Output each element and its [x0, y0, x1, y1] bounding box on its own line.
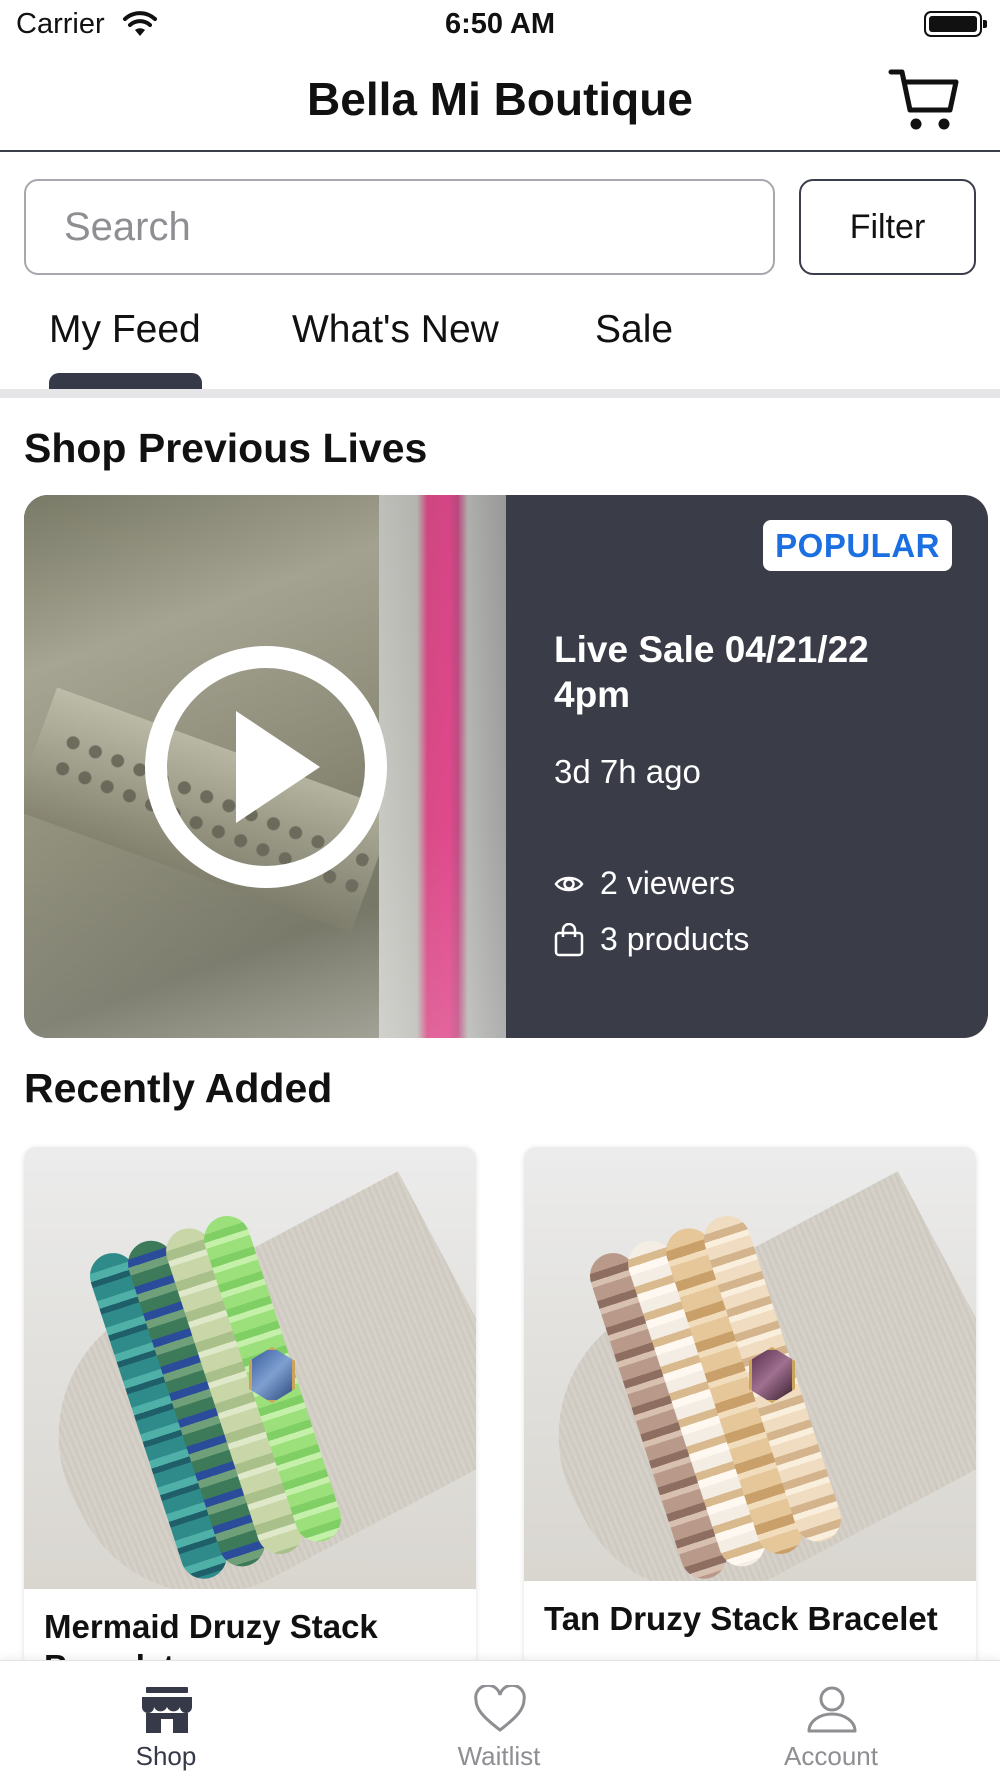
eye-icon — [554, 876, 584, 891]
status-bar: Carrier 6:50 AM — [0, 0, 1000, 50]
heart-icon — [474, 1685, 526, 1732]
tabbar-label-waitlist: Waitlist — [457, 1741, 541, 1771]
play-icon[interactable] — [144, 645, 388, 889]
cart-button[interactable] — [888, 66, 960, 134]
status-time: 6:50 AM — [444, 8, 556, 40]
section-title-previous-lives: Shop Previous Lives — [24, 425, 428, 471]
store-icon — [142, 1687, 192, 1733]
viewers-stat: 2 viewers — [554, 865, 735, 902]
filter-button[interactable]: Filter — [799, 179, 976, 275]
tabbar-item-shop[interactable]: Shop — [66, 1661, 266, 1778]
tab-my-feed[interactable]: My Feed — [49, 308, 201, 352]
tab-whats-new[interactable]: What's New — [292, 308, 499, 352]
popular-badge: POPULAR — [763, 520, 952, 571]
live-sale-card[interactable]: POPULAR Live Sale 04/21/22 4pm 3d 7h ago… — [24, 495, 988, 1038]
product-card[interactable]: Tan Druzy Stack Bracelet — [524, 1147, 976, 1667]
products-stat: 3 products — [554, 921, 749, 958]
person-icon — [807, 1686, 857, 1733]
products-count: 3 products — [600, 921, 750, 957]
tabbar-label-shop: Shop — [135, 1741, 197, 1771]
tabs-divider — [0, 389, 1000, 398]
product-name: Mermaid Druzy Stack Bracelet — [44, 1608, 378, 1667]
tabbar-label-account: Account — [784, 1741, 878, 1771]
product-name: Tan Druzy Stack Bracelet — [544, 1600, 938, 1637]
viewers-count: 2 viewers — [600, 865, 736, 901]
cart-icon — [888, 69, 959, 130]
bottom-tab-bar: Shop Waitlist Account — [0, 1660, 1000, 1778]
live-sale-info: POPULAR Live Sale 04/21/22 4pm 3d 7h ago… — [506, 495, 988, 1038]
live-sale-timestamp: 3d 7h ago — [554, 753, 701, 790]
battery-icon — [924, 11, 987, 37]
product-image — [24, 1147, 476, 1589]
shopping-bag-icon — [554, 922, 584, 956]
section-title-recently-added: Recently Added — [24, 1065, 333, 1111]
product-card[interactable]: Mermaid Druzy Stack Bracelet — [24, 1147, 476, 1667]
product-image — [524, 1147, 976, 1581]
tabbar-item-waitlist[interactable]: Waitlist — [399, 1661, 599, 1778]
page-title: Bella Mi Boutique — [307, 73, 693, 125]
tab-sale[interactable]: Sale — [595, 308, 673, 352]
tabbar-item-account[interactable]: Account — [731, 1661, 931, 1778]
live-video-thumbnail — [24, 495, 506, 1038]
search-input[interactable] — [24, 179, 775, 275]
app-header: Bella Mi Boutique — [0, 50, 1000, 152]
live-sale-title: Live Sale 04/21/22 4pm — [554, 629, 869, 715]
